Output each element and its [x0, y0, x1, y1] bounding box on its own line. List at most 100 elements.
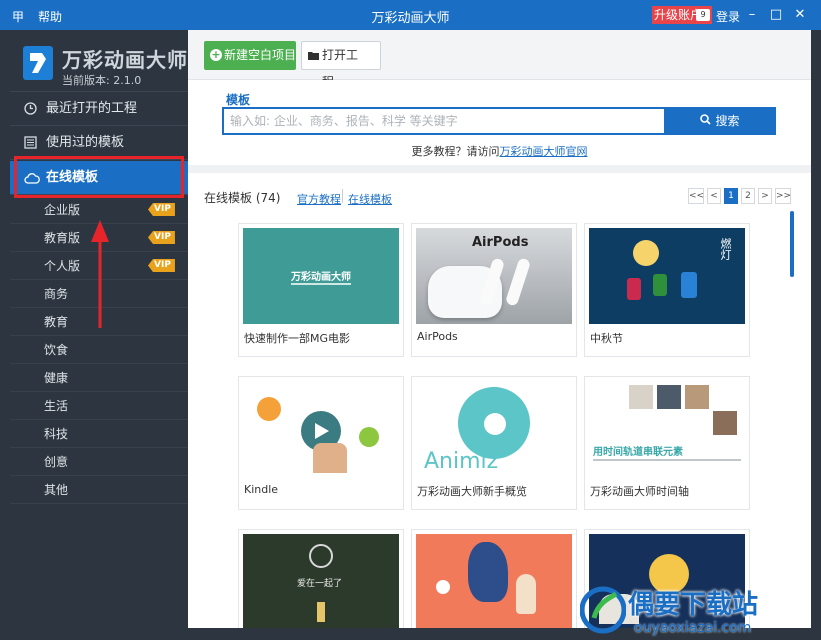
thumbnail-decoration — [291, 283, 351, 285]
category-health[interactable]: 健康 — [10, 364, 188, 392]
red-arrow-annotation — [91, 220, 109, 328]
nav-used-templates[interactable]: 使用过的模板 — [10, 126, 188, 160]
thumbnail-text: 爱在一起了 — [297, 579, 343, 589]
button-label: 新建空白项目 — [224, 48, 297, 62]
airpod-shape — [504, 257, 532, 307]
template-card[interactable]: Kindle — [238, 376, 404, 510]
bubble-shape — [257, 397, 281, 421]
gallery-header: 在线模板 (74) — [204, 191, 281, 205]
map-shape — [468, 542, 508, 602]
bubble-shape — [359, 427, 379, 447]
category-label: 个人版 — [44, 259, 81, 273]
official-site-link[interactable]: 万彩动画大师官网 — [500, 145, 588, 158]
figure-shape — [317, 602, 325, 622]
template-card[interactable]: 燃灯 中秋节 — [584, 223, 750, 357]
maximize-button[interactable]: □ — [766, 5, 786, 25]
template-thumbnail: 燃灯 — [589, 228, 745, 324]
template-card[interactable]: 万彩动画大师 快速制作一部MG电影 — [238, 223, 404, 357]
app-window: 甲 帮助 万彩动画大师 升级账户 9 登录 – □ ✕ 万彩动画大师 当前版本:… — [0, 0, 821, 640]
search-icon — [700, 107, 712, 135]
category-tech[interactable]: 科技 — [10, 420, 188, 448]
template-title: 中秋节 — [590, 332, 623, 345]
photo-tile — [657, 385, 681, 409]
category-creative[interactable]: 创意 — [10, 448, 188, 476]
category-label: 商务 — [44, 287, 69, 301]
more-tutorials-text: 更多教程？请访问 — [411, 145, 500, 158]
pager-prev[interactable]: < — [707, 188, 721, 204]
title-bar: 甲 帮助 万彩动画大师 升级账户 9 登录 – □ ✕ — [0, 0, 821, 30]
template-thumbnail — [416, 534, 572, 628]
search-area: 模板 搜索 更多教程？请访问万彩动画大师官网 — [188, 80, 811, 165]
section-divider — [188, 165, 811, 173]
folder-icon — [308, 42, 319, 70]
thumbnail-text: 用时间轨道串联元素 — [593, 447, 683, 458]
template-card[interactable]: Animiz 万彩动画大师新手概览 — [411, 376, 577, 510]
template-thumbnail: Animiz — [416, 381, 572, 477]
pager-last[interactable]: >> — [775, 188, 791, 204]
watermark: 偶要下载站 ouyaoxiazai.com — [580, 582, 820, 640]
gallery-scrollbar[interactable] — [790, 211, 794, 277]
open-project-button[interactable]: 打开工程... — [301, 41, 381, 89]
tab-online-templates[interactable]: 在线模板 — [348, 191, 392, 207]
minimize-button[interactable]: – — [742, 5, 762, 25]
category-label: 教育版 — [44, 231, 81, 245]
category-label: 企业版 — [44, 203, 81, 217]
logo-area: 万彩动画大师 当前版本: 2.1.0 — [10, 30, 188, 92]
category-other[interactable]: 其他 — [10, 476, 188, 504]
template-card[interactable]: 用时间轨道串联元素 万彩动画大师时间轴 — [584, 376, 750, 510]
category-food[interactable]: 饮食 — [10, 336, 188, 364]
lantern-shape — [627, 278, 641, 300]
template-thumbnail: AirPods — [416, 228, 572, 324]
thumbnail-text: 燃灯 — [719, 238, 732, 260]
template-thumbnail — [243, 381, 399, 477]
search-label: 模板 — [226, 93, 251, 107]
figure-shape — [516, 574, 536, 614]
nav-recent-projects[interactable]: 最近打开的工程 — [10, 92, 188, 126]
vip-badge: VIP — [148, 203, 175, 216]
search-input[interactable] — [224, 109, 664, 133]
watermark-text: 偶要下载站 — [628, 590, 759, 620]
template-thumbnail: 万彩动画大师 — [243, 228, 399, 324]
category-label: 科技 — [44, 427, 69, 441]
toolbar: + 新建空白项目 打开工程... — [188, 30, 811, 89]
heart-frame-shape — [309, 544, 333, 568]
template-card[interactable]: 爱在一起了 — [238, 529, 404, 628]
sidebar: 万彩动画大师 当前版本: 2.1.0 最近打开的工程 使用过的模板 在线模板 企… — [10, 30, 188, 628]
category-label: 健康 — [44, 371, 69, 385]
close-button[interactable]: ✕ — [790, 5, 810, 25]
tab-official-tutorials[interactable]: 官方教程 — [297, 191, 341, 207]
category-life[interactable]: 生活 — [10, 392, 188, 420]
thumbnail-text: 万彩动画大师 — [291, 272, 351, 283]
search-button[interactable]: 搜索 — [664, 107, 776, 135]
hand-shape — [313, 443, 347, 473]
circle-shape — [436, 580, 450, 594]
category-label: 教育 — [44, 315, 69, 329]
category-label: 生活 — [44, 399, 69, 413]
user-badge: 9 — [696, 9, 710, 21]
pager-page-2[interactable]: 2 — [741, 188, 755, 204]
button-label: 搜索 — [715, 114, 740, 128]
pager-next[interactable]: > — [758, 188, 772, 204]
template-card[interactable]: AirPods AirPods — [411, 223, 577, 357]
clock-icon — [24, 92, 37, 129]
template-card[interactable] — [411, 529, 577, 628]
vip-badge: VIP — [148, 259, 175, 272]
template-title: 万彩动画大师时间轴 — [590, 485, 689, 498]
watermark-url: ouyaoxiazai.com — [634, 620, 752, 636]
pager-first[interactable]: << — [688, 188, 704, 204]
watermark-logo-icon — [580, 586, 626, 634]
category-label: 其他 — [44, 483, 69, 497]
pager-page-1[interactable]: 1 — [724, 188, 738, 204]
tab-separator — [342, 189, 343, 203]
lantern-shape — [681, 272, 697, 298]
template-title: Kindle — [244, 483, 279, 496]
version-text: 当前版本: 2.1.0 — [62, 74, 142, 87]
thumbnail-text: Animiz — [424, 449, 499, 474]
new-blank-project-button[interactable]: + 新建空白项目 — [204, 41, 296, 70]
circle-shape — [484, 413, 506, 435]
login-button[interactable]: 登录 — [716, 8, 740, 25]
template-title: 万彩动画大师新手概览 — [417, 485, 527, 498]
lantern-shape — [653, 274, 667, 296]
nav-label: 最近打开的工程 — [46, 101, 138, 116]
play-icon — [315, 423, 329, 439]
